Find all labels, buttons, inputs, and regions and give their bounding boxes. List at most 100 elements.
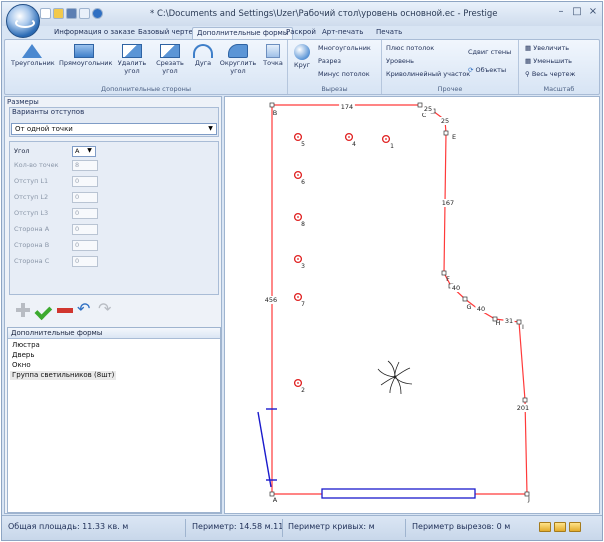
dimension-c-d: 25: [424, 105, 432, 113]
round-corner-button[interactable]: Округлить угол: [219, 44, 257, 75]
new-file-icon[interactable]: [40, 8, 51, 19]
vertex-label-i: I: [522, 323, 524, 331]
curved-section-button[interactable]: Криволинейный участок: [386, 70, 470, 78]
group-cutouts-caption: Вырезы: [321, 85, 348, 93]
offset-l1-field[interactable]: 0: [72, 176, 98, 187]
dimension-step: 31: [505, 317, 513, 325]
group-extra-sides-caption: Дополнительные стороны: [101, 85, 191, 93]
side-a-field[interactable]: 0: [72, 224, 98, 235]
light-label-5: 5: [301, 141, 305, 148]
arc-label: Дуга: [194, 59, 212, 67]
vertex-label-e: E: [452, 133, 456, 141]
objects-button[interactable]: ⟳ Объекты: [468, 66, 506, 74]
save-icon[interactable]: [66, 8, 77, 19]
vertex-marker: [443, 130, 449, 136]
circle-button[interactable]: Круг: [291, 44, 313, 69]
zoom-in-button[interactable]: ▦ Увеличить: [525, 44, 569, 52]
delete-corner-button[interactable]: Удалить угол: [115, 44, 149, 75]
list-item[interactable]: Люстра: [12, 341, 40, 350]
apply-icon[interactable]: [34, 301, 54, 319]
tab-cutting[interactable]: Раскрой: [282, 27, 320, 39]
round-corner-label-1: Округлить: [219, 59, 257, 67]
arc-icon: [193, 44, 213, 58]
close-button[interactable]: ×: [586, 6, 600, 18]
chevron-down-icon[interactable]: ▼: [206, 125, 215, 133]
offset-l3-field[interactable]: 0: [72, 208, 98, 219]
tab-art-print[interactable]: Арт-печать: [318, 27, 367, 39]
minimize-button[interactable]: –: [554, 6, 568, 18]
light-label-3: 3: [301, 263, 305, 270]
vertex-marker: [417, 102, 423, 108]
tray-icon[interactable]: [539, 522, 551, 532]
undo-icon[interactable]: [79, 8, 90, 19]
polygon-button[interactable]: Многоугольник: [318, 44, 371, 52]
list-item[interactable]: Окно: [12, 361, 31, 370]
sizes-header: Размеры: [7, 98, 39, 106]
vertex-marker: [522, 397, 528, 403]
list-item[interactable]: Дверь: [12, 351, 34, 360]
tab-print[interactable]: Печать: [372, 27, 406, 39]
param-row-angle: Угол A ▼: [14, 146, 214, 157]
points-stepper[interactable]: 8: [72, 160, 98, 171]
side-c-field[interactable]: 0: [72, 256, 98, 267]
param-row-points: Кол-во точек 8: [14, 160, 214, 171]
vertex-label-a: A: [273, 496, 278, 504]
offset-l2-field[interactable]: 0: [72, 192, 98, 203]
offset-variant-select[interactable]: От одной точки ▼: [11, 123, 217, 135]
param-row-side-b: Сторона В 0: [14, 240, 214, 251]
delete-corner-label-1: Удалить: [117, 59, 147, 67]
rectangle-icon: [74, 44, 94, 58]
redo-icon[interactable]: [97, 299, 117, 319]
cut-corner-button[interactable]: Срезать угол: [153, 44, 187, 75]
status-area: Общая площадь: 11.33 кв. м: [8, 522, 129, 531]
triangle-icon: [22, 44, 42, 58]
round-corner-icon: [228, 44, 248, 58]
undo-icon[interactable]: [76, 299, 96, 319]
whole-drawing-button[interactable]: ⚲ Весь чертеж: [525, 70, 575, 78]
point-button[interactable]: Точка: [261, 44, 285, 67]
quick-access-toolbar: [40, 8, 103, 20]
add-icon[interactable]: [13, 301, 33, 319]
help-icon[interactable]: [92, 8, 103, 19]
room-outline: [271, 104, 528, 495]
minus-ceiling-button[interactable]: Минус потолок: [318, 70, 370, 78]
light-center: [297, 258, 299, 260]
floor-plan[interactable]: BCEFGHIJA1742525167404031201456299123456…: [225, 97, 599, 513]
open-folder-icon[interactable]: [53, 8, 64, 19]
param-row-offset-l1: Отступ L1 0: [14, 176, 214, 187]
vertex-marker: [462, 296, 468, 302]
arc-button[interactable]: Дуга: [191, 44, 215, 67]
level-button[interactable]: Уровень: [386, 57, 414, 65]
chevron-down-icon[interactable]: ▼: [85, 147, 94, 155]
dimension-right-upper: 167: [442, 199, 454, 207]
zoom-out-button[interactable]: ▦ Уменьшить: [525, 57, 572, 65]
maximize-button[interactable]: □: [570, 6, 584, 18]
tab-extra-forms[interactable]: Дополнительные формы: [192, 27, 294, 39]
application-menu-button[interactable]: [6, 4, 40, 38]
remove-icon[interactable]: [55, 301, 75, 319]
side-b-field[interactable]: 0: [72, 240, 98, 251]
point-icon: [266, 44, 280, 58]
drawing-canvas[interactable]: BCEFGHIJA1742525167404031201456299123456…: [224, 96, 600, 514]
tray-icon[interactable]: [554, 522, 566, 532]
wall-shift-button[interactable]: Сдвиг стены: [468, 48, 511, 56]
plus-ceiling-button[interactable]: Плюс потолок: [386, 44, 434, 52]
dimension-top: 174: [341, 103, 353, 111]
triangle-button[interactable]: Треугольник: [11, 44, 55, 67]
angle-select[interactable]: A ▼: [72, 146, 96, 157]
triangle-label: Треугольник: [11, 59, 55, 67]
tray-icon[interactable]: [569, 522, 581, 532]
light-label-6: 6: [301, 179, 305, 186]
app-window: * C:\Documents and Settings\Uzer\Рабочий…: [1, 1, 603, 541]
group-extra-sides: Треугольник Прямоугольник Удалить угол С…: [5, 40, 288, 94]
offset-l3-label: Отступ L3: [14, 209, 49, 217]
rectangle-button[interactable]: Прямоугольник: [59, 44, 112, 67]
cut-corner-label-2: угол: [162, 67, 178, 75]
cut-button[interactable]: Разрез: [318, 57, 341, 65]
window-title: * C:\Documents and Settings\Uzer\Рабочий…: [150, 9, 498, 19]
tab-order-info[interactable]: Информация о заказе: [50, 27, 139, 39]
dimension-d-e: 25: [441, 117, 449, 125]
list-item[interactable]: Группа светильников (8шт): [10, 371, 117, 380]
param-row-offset-l3: Отступ L3 0: [14, 208, 214, 219]
zoom-out-label: Уменьшить: [533, 57, 572, 65]
